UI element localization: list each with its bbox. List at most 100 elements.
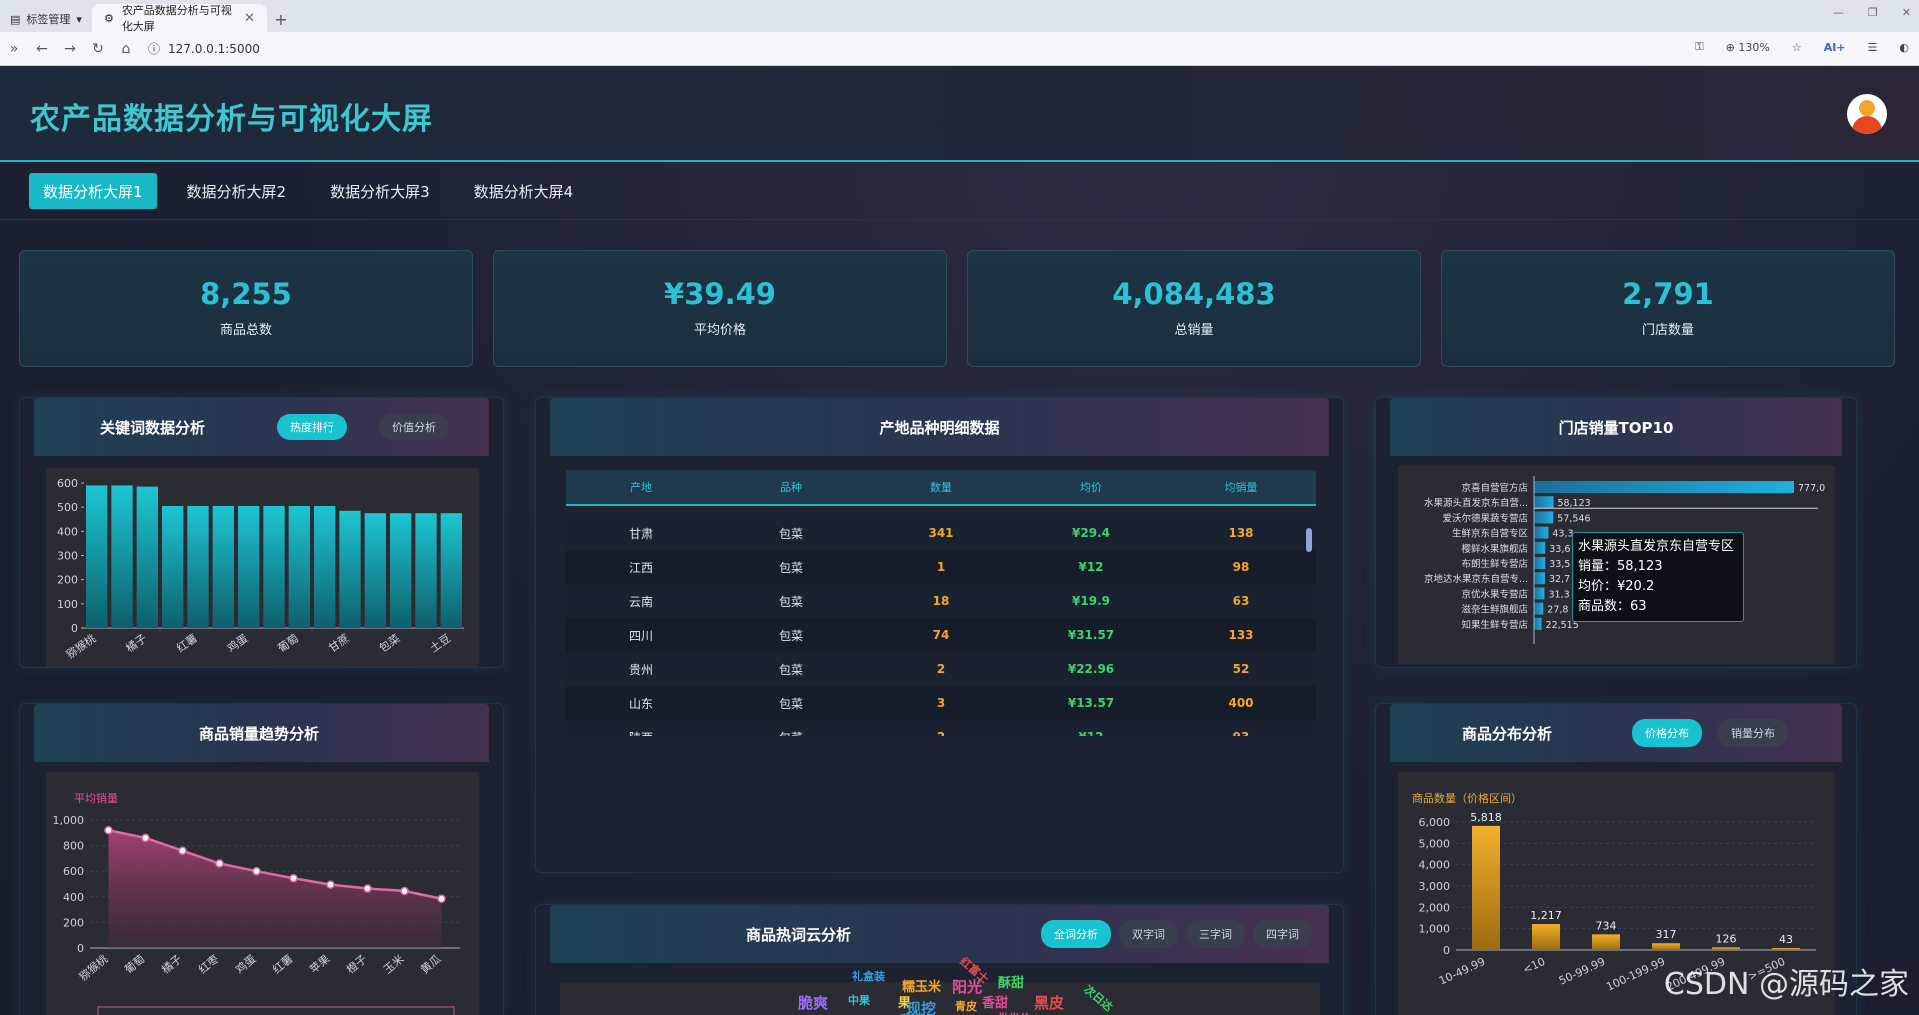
panel-header: 商品销量趋势分析	[34, 704, 489, 762]
all-words-button[interactable]: 全词分析	[1041, 920, 1112, 948]
table-row[interactable]: 甘肃 包菜 341 ¥29.4 138	[566, 516, 1316, 550]
chevron-down-icon: ▾	[76, 12, 82, 26]
origin-table-panel: 产地品种明细数据 产地 品种 数量 均价 均销量 甘肃 包菜 341 ¥29.4 138…	[535, 397, 1344, 873]
back-icon[interactable]: ←	[28, 41, 56, 57]
ai-button[interactable]: AI+	[1824, 41, 1846, 54]
tab-group-button[interactable]: ▤ 标签管理 ▾	[0, 6, 92, 32]
two-char-button[interactable]: 双字词	[1119, 920, 1179, 948]
hbar	[1534, 481, 1794, 493]
bar	[339, 510, 361, 628]
table-row[interactable]: 云南 包菜 18 ¥19.9 63	[566, 584, 1316, 618]
reload-icon[interactable]: ↻	[84, 41, 112, 57]
data-point	[326, 880, 335, 889]
col-avg-sales[interactable]: 均销量	[1166, 470, 1316, 504]
zoom-indicator[interactable]: ⊕ 130%	[1726, 41, 1770, 54]
value-analysis-button[interactable]: 价值分析	[379, 414, 450, 440]
data-point	[178, 846, 187, 855]
new-tab-button[interactable]: +	[267, 6, 295, 32]
wordcloud-word[interactable]: 黑皮	[1034, 992, 1064, 1013]
y-tick-label: 0	[1443, 944, 1450, 957]
bar	[86, 485, 108, 628]
tooltip-title: 水果源头直发京东自营专区	[1578, 539, 1735, 554]
tab-screen-3[interactable]: 数据分析大屏3	[316, 173, 444, 209]
table-row[interactable]: 贵州 包菜 2 ¥22.96 52	[566, 652, 1316, 686]
col-count[interactable]: 数量	[866, 470, 1016, 504]
wordcloud-word[interactable]: 酥甜	[998, 972, 1024, 991]
y-tick-label: 600	[63, 865, 84, 878]
zoom-level: 130%	[1738, 40, 1770, 54]
zoom-icon: ⊕	[1725, 40, 1735, 54]
stat-card-stores: 2,791 门店数量	[1441, 250, 1895, 367]
x-tick-label: 50-99.99	[1557, 955, 1607, 988]
three-char-button[interactable]: 三字词	[1186, 920, 1246, 948]
x-tick-label: 红枣	[196, 952, 221, 976]
table-row[interactable]: 江西 包菜 1 ¥12 98	[566, 550, 1316, 584]
value-label: 57,546	[1557, 513, 1590, 524]
bar	[1652, 943, 1680, 950]
value-label: 33,5	[1549, 559, 1570, 570]
x-tick-label: 玉米	[381, 952, 406, 976]
restore-icon[interactable]: ❐	[1868, 6, 1878, 19]
y-tick-label: 6,000	[1419, 816, 1451, 829]
sidebar-toggle-icon[interactable]: »	[0, 41, 28, 57]
profile-icon[interactable]: ◐	[1899, 41, 1909, 54]
x-tick-label: 100-199.99	[1604, 955, 1667, 994]
four-char-button[interactable]: 四字词	[1253, 920, 1313, 948]
key-icon[interactable]: ⚿	[1695, 40, 1703, 54]
col-origin[interactable]: 产地	[566, 470, 716, 504]
close-icon[interactable]: ✕	[244, 11, 255, 26]
wordcloud-word[interactable]: 中果	[848, 992, 870, 1008]
table-cell: 云南	[628, 594, 653, 609]
table-cell: ¥22.96	[1067, 662, 1115, 676]
forward-icon[interactable]: →	[56, 41, 84, 57]
table-row[interactable]: 陕西包菜2¥1293	[566, 720, 1316, 736]
minimize-icon[interactable]: —	[1833, 6, 1844, 19]
y-tick-label: 200	[57, 574, 78, 587]
wordcloud-word[interactable]: 脆爽	[798, 992, 828, 1013]
tab-screen-4[interactable]: 数据分析大屏4	[460, 173, 588, 209]
sales-dist-button[interactable]: 销量分布	[1718, 719, 1789, 747]
series-label: 平均销量	[74, 791, 118, 805]
hbar	[1534, 511, 1554, 524]
close-window-icon[interactable]: ✕	[1902, 6, 1911, 19]
stat-card-avg-price: ¥39.49 平均价格	[493, 250, 947, 367]
table-row[interactable]: 四川 包菜 74 ¥31.57 133	[566, 618, 1316, 652]
avatar[interactable]	[1847, 94, 1887, 134]
address-bar-tools: ⚿ ⊕ 130% ☆ AI+ ☰ ◐	[1695, 40, 1909, 54]
store-label: 生鲜京东自营专区	[1452, 528, 1529, 540]
menu-icon[interactable]: ☰	[1868, 41, 1878, 54]
store-label: 京优水果专营店	[1461, 588, 1528, 600]
wordcloud-word[interactable]: 香甜	[982, 992, 1008, 1011]
x-tick-label: 红薯	[270, 952, 295, 976]
table-cell: ¥31.57	[1067, 628, 1115, 642]
series-label: 商品数量（价格区间）	[1412, 791, 1522, 805]
table-scrollbar[interactable]	[1306, 528, 1312, 552]
y-tick-label: 600	[57, 477, 78, 490]
col-avg-price[interactable]: 均价	[1016, 470, 1166, 504]
nav-divider	[0, 219, 1919, 220]
panel-title: 商品热词云分析	[746, 925, 852, 944]
trend-panel: 商品销量趋势分析 平均销量 0 200 400 600 800 1,000 猕猴桃 葡萄 橘子 红枣…	[19, 703, 504, 1015]
wordcloud-word[interactable]: 礼盒装	[852, 968, 885, 984]
price-dist-button[interactable]: 价格分布	[1632, 719, 1703, 747]
info-icon[interactable]: ⓘ	[148, 40, 160, 57]
wordcloud-word[interactable]: 次日达	[1081, 981, 1117, 1014]
bar	[1712, 947, 1740, 950]
table-cell: 山东	[628, 696, 653, 711]
bar	[1592, 934, 1620, 950]
star-icon[interactable]: ☆	[1792, 41, 1802, 54]
x-tick-label: 苹果	[307, 952, 333, 977]
panel-title: 商品分布分析	[1462, 724, 1553, 743]
tab-screen-2[interactable]: 数据分析大屏2	[173, 173, 301, 209]
keyword-chart: 0 100 200 300 400 500 600 猕猴桃 橘子 红薯 鸡蛋 葡萄 甘蔗 包菜 土豆	[46, 468, 479, 667]
wordcloud-word[interactable]: 批发价	[998, 1010, 1031, 1015]
col-variety[interactable]: 品种	[716, 470, 866, 504]
url-field[interactable]: ⓘ 127.0.0.1:5000	[148, 40, 260, 57]
browser-tab-active[interactable]: ⚙ 农产品数据分析与可视化大屏 ✕	[91, 4, 267, 33]
table-row[interactable]: 山东 包菜 3 ¥13.57 400	[566, 686, 1316, 720]
home-icon[interactable]: ⌂	[112, 41, 140, 57]
tab-screen-1[interactable]: 数据分析大屏1	[29, 173, 157, 209]
hot-rank-button[interactable]: 热度排行	[277, 414, 348, 440]
wordcloud-word[interactable]: 葡萄	[900, 1010, 926, 1015]
stat-value: ¥39.49	[664, 277, 776, 311]
